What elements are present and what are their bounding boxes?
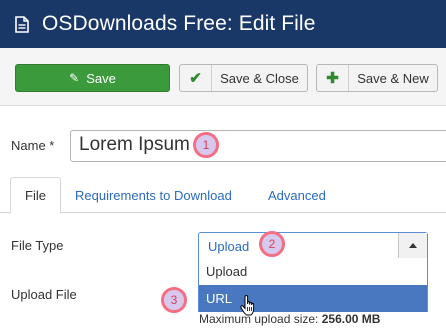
tab-file[interactable]: File [10, 177, 61, 214]
title-bar: OSDownloads Free: Edit File [0, 0, 446, 48]
tab-requirements[interactable]: Requirements to Download [61, 177, 246, 213]
file-icon [15, 15, 29, 33]
option-url[interactable]: URL [199, 285, 427, 312]
max-upload-prefix: Maximum upload size: [199, 312, 322, 326]
save-close-button[interactable]: ✔ Save & Close [179, 64, 308, 92]
name-input[interactable]: Lorem Ipsum [70, 130, 446, 162]
save-new-label: Save & New [357, 70, 429, 86]
step-marker-3: 3 [161, 287, 187, 313]
save-close-label: Save & Close [220, 70, 299, 86]
caret-up-icon[interactable] [398, 233, 427, 258]
file-type-value: Upload [208, 239, 250, 254]
save-new-button[interactable]: ✚ Save & New [316, 64, 438, 92]
max-upload-info: Maximum upload size: 256.00 MB [199, 312, 380, 326]
step-marker-2: 2 [259, 231, 285, 257]
tab-advanced[interactable]: Advanced [254, 177, 340, 213]
tab-bar: File Requirements to Download Advanced [0, 177, 446, 214]
toolbar: ✎ Save ✔ Save & Close ✚ Save & New [0, 48, 446, 106]
page-title: OSDownloads Free: Edit File [42, 12, 316, 35]
save-button[interactable]: ✎ Save [15, 64, 170, 92]
plus-icon: ✚ [317, 65, 349, 91]
max-upload-value: 256.00 MB [321, 312, 381, 326]
save-button-label: Save [86, 70, 116, 86]
file-type-select[interactable]: Upload [198, 232, 428, 259]
check-icon: ✔ [180, 65, 212, 91]
name-label: Name * [11, 138, 55, 153]
option-upload[interactable]: Upload [199, 258, 427, 285]
name-row: Name * Lorem Ipsum [0, 128, 446, 164]
upload-file-label: Upload File [11, 287, 77, 302]
file-type-label: File Type [11, 238, 64, 253]
edit-icon: ✎ [69, 71, 80, 85]
file-type-dropdown: Upload URL [198, 258, 428, 312]
step-marker-1: 1 [193, 132, 219, 158]
